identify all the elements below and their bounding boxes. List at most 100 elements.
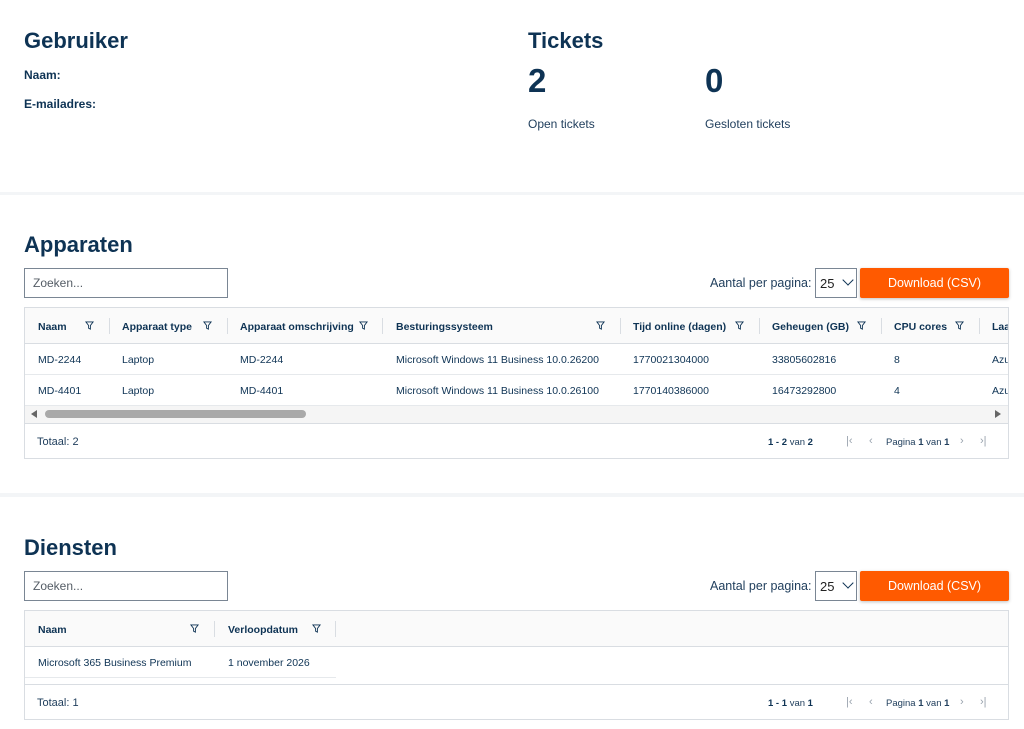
devices-grid: Naam Apparaat type Apparaat omschrijving… bbox=[24, 307, 1009, 459]
cell-os: Microsoft Windows 11 Business 10.0.26100 bbox=[396, 385, 599, 397]
next-page-icon[interactable]: › bbox=[960, 696, 964, 708]
scrollbar-thumb[interactable] bbox=[45, 410, 306, 418]
cell-naam: MD-4401 bbox=[38, 385, 82, 397]
devices-total: Totaal: 2 bbox=[37, 436, 79, 448]
devices-range: 1 - 2 van 2 bbox=[768, 437, 813, 448]
cell-memory: 16473292800 bbox=[772, 385, 837, 397]
open-tickets-count: 2 bbox=[528, 62, 547, 99]
col-separator[interactable] bbox=[109, 318, 110, 334]
cell-last: Azu bbox=[992, 354, 1009, 366]
devices-page-info: Pagina 1 van 1 bbox=[886, 437, 949, 448]
services-per-page-label: Aantal per pagina: bbox=[710, 579, 812, 593]
services-page-info: Pagina 1 van 1 bbox=[886, 698, 949, 709]
range-of: van bbox=[789, 698, 806, 709]
cell-expiry: 1 november 2026 bbox=[228, 657, 310, 669]
first-page-icon[interactable]: |‹ bbox=[846, 435, 853, 447]
cell-naam: MD-2244 bbox=[38, 354, 82, 366]
cell-uptime: 1770021304000 bbox=[633, 354, 709, 366]
horizontal-scrollbar[interactable] bbox=[25, 406, 1008, 423]
filter-icon[interactable] bbox=[857, 321, 866, 330]
col-header-memory[interactable]: Geheugen (GB) bbox=[772, 308, 849, 344]
services-title: Diensten bbox=[24, 535, 117, 560]
col-header-expiry[interactable]: Verloopdatum bbox=[228, 611, 298, 647]
cell-type: Laptop bbox=[122, 354, 155, 366]
range-sep: - bbox=[773, 437, 782, 448]
devices-search-input[interactable] bbox=[24, 268, 228, 298]
services-total: Totaal: 1 bbox=[37, 697, 79, 709]
filter-icon[interactable] bbox=[190, 624, 199, 633]
name-label: Naam: bbox=[24, 68, 61, 82]
range-to: 2 bbox=[781, 437, 788, 448]
filter-icon[interactable] bbox=[735, 321, 744, 330]
devices-section: Apparaten Aantal per pagina: 25 Download… bbox=[0, 195, 1024, 493]
cell-os: Microsoft Windows 11 Business 10.0.26200 bbox=[396, 354, 599, 366]
table-row[interactable]: MD-2244 Laptop MD-2244 Microsoft Windows… bbox=[25, 344, 1008, 375]
table-row[interactable]: Microsoft 365 Business Premium 1 novembe… bbox=[25, 647, 336, 678]
cell-naam: Microsoft 365 Business Premium bbox=[38, 657, 192, 669]
col-separator[interactable] bbox=[979, 318, 980, 334]
col-header-last[interactable]: Laa bbox=[992, 308, 1008, 344]
services-search-input[interactable] bbox=[24, 571, 228, 601]
scroll-right-icon[interactable] bbox=[995, 410, 1001, 418]
col-header-naam[interactable]: Naam bbox=[38, 611, 67, 647]
col-separator[interactable] bbox=[214, 621, 215, 637]
last-page-icon[interactable]: ›| bbox=[980, 435, 987, 447]
cell-last: Azu bbox=[992, 385, 1009, 397]
closed-tickets-label: Gesloten tickets bbox=[705, 117, 791, 131]
cell-cpu: 4 bbox=[894, 385, 900, 397]
page-label: Pagina bbox=[886, 437, 916, 448]
services-range: 1 - 1 van 1 bbox=[768, 698, 813, 709]
services-section: Diensten Aantal per pagina: 25 Download … bbox=[0, 497, 1024, 729]
filter-icon[interactable] bbox=[359, 321, 368, 330]
col-separator[interactable] bbox=[335, 621, 336, 637]
devices-title: Apparaten bbox=[24, 232, 133, 257]
table-row[interactable]: MD-4401 Laptop MD-4401 Microsoft Windows… bbox=[25, 375, 1008, 406]
col-separator[interactable] bbox=[759, 318, 760, 334]
page-of: van bbox=[926, 437, 942, 448]
cell-description: MD-2244 bbox=[240, 354, 284, 366]
page-of: van bbox=[926, 698, 942, 709]
col-header-description[interactable]: Apparaat omschrijving bbox=[240, 308, 354, 344]
col-header-naam[interactable]: Naam bbox=[38, 308, 67, 344]
tickets-title: Tickets bbox=[528, 28, 604, 53]
last-page-icon[interactable]: ›| bbox=[980, 696, 987, 708]
cell-uptime: 1770140386000 bbox=[633, 385, 709, 397]
col-separator[interactable] bbox=[382, 318, 383, 334]
cell-type: Laptop bbox=[122, 385, 155, 397]
chevron-down-icon bbox=[842, 577, 854, 589]
scroll-left-icon[interactable] bbox=[31, 410, 37, 418]
page-current: 1 bbox=[918, 698, 924, 709]
services-grid-header: Naam Verloopdatum bbox=[25, 611, 1008, 647]
range-of: van bbox=[789, 437, 806, 448]
next-page-icon[interactable]: › bbox=[960, 435, 964, 447]
prev-page-icon[interactable]: ‹ bbox=[869, 435, 873, 447]
col-separator[interactable] bbox=[620, 318, 621, 334]
open-tickets-label: Open tickets bbox=[528, 117, 595, 131]
col-separator[interactable] bbox=[227, 318, 228, 334]
services-download-button[interactable]: Download (CSV) bbox=[860, 571, 1009, 601]
services-grid: Naam Verloopdatum Microsoft 365 Business… bbox=[24, 610, 1009, 720]
devices-download-button[interactable]: Download (CSV) bbox=[860, 268, 1009, 298]
filter-icon[interactable] bbox=[312, 624, 321, 633]
devices-per-page-select[interactable]: 25 bbox=[815, 268, 857, 298]
filter-icon[interactable] bbox=[955, 321, 964, 330]
col-separator[interactable] bbox=[881, 318, 882, 334]
filter-icon[interactable] bbox=[203, 321, 212, 330]
col-header-type[interactable]: Apparaat type bbox=[122, 308, 192, 344]
user-section: Gebruiker Naam: E-mailadres: Tickets 2 O… bbox=[0, 0, 1024, 192]
services-per-page-value: 25 bbox=[820, 579, 835, 594]
col-header-uptime[interactable]: Tijd online (dagen) bbox=[633, 308, 726, 344]
range-total: 2 bbox=[807, 437, 813, 448]
range-sep: - bbox=[773, 698, 782, 709]
filter-icon[interactable] bbox=[596, 321, 605, 330]
email-label: E-mailadres: bbox=[24, 97, 97, 111]
devices-grid-footer: Totaal: 2 1 - 2 van 2 |‹ ‹ Pagina 1 van … bbox=[25, 423, 1008, 458]
first-page-icon[interactable]: |‹ bbox=[846, 696, 853, 708]
devices-per-page-value: 25 bbox=[820, 276, 835, 291]
prev-page-icon[interactable]: ‹ bbox=[869, 696, 873, 708]
services-per-page-select[interactable]: 25 bbox=[815, 571, 857, 601]
chevron-down-icon bbox=[842, 274, 854, 286]
col-header-cpu[interactable]: CPU cores bbox=[894, 308, 947, 344]
col-header-os[interactable]: Besturingssysteem bbox=[396, 308, 493, 344]
filter-icon[interactable] bbox=[85, 321, 94, 330]
